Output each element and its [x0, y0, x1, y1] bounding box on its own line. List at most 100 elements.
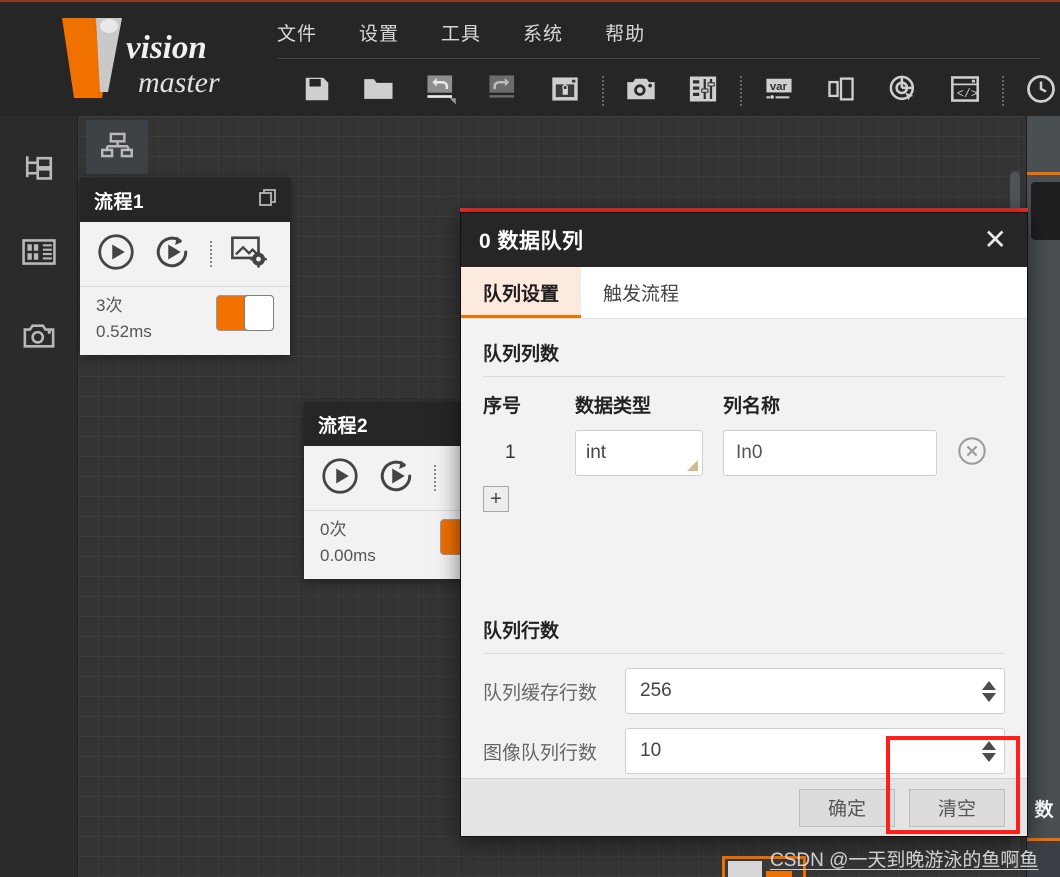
flow-node-1-title: 流程1: [94, 191, 145, 213]
toggle-knob: [244, 295, 274, 331]
flow-node-1-header: 流程1: [80, 178, 290, 222]
menu-item-tools[interactable]: 工具: [439, 15, 483, 50]
mini-node-thumbnail: [728, 861, 762, 877]
image-settings-icon[interactable]: [230, 235, 268, 274]
target-aim-icon: [887, 74, 919, 109]
flow-sitemap-icon: [101, 131, 133, 164]
spinner-arrows-icon[interactable]: [982, 740, 996, 762]
dialog-body: 队列列数 序号 数据类型 列名称 1 int In0 + 队列行数 队列缓存行数…: [461, 319, 1027, 778]
sidebar-item-hierarchy[interactable]: [13, 146, 65, 194]
panel-layout-button[interactable]: [810, 66, 872, 116]
sidebar-item-camera[interactable]: [13, 314, 65, 362]
close-icon[interactable]: ✕: [984, 226, 1007, 254]
queue-column-row: 1 int In0: [483, 430, 1005, 476]
delete-circle-icon[interactable]: [957, 436, 987, 471]
tab-queue-settings[interactable]: 队列设置: [461, 267, 582, 318]
menu-item-help[interactable]: 帮助: [603, 15, 647, 50]
loop-play-icon[interactable]: [152, 232, 192, 277]
sidebar-item-data-grid[interactable]: [13, 230, 65, 278]
queue-rows-section-title: 队列行数: [483, 621, 560, 642]
toolbar-separator: [996, 74, 1010, 108]
target-aim-button[interactable]: [872, 66, 934, 116]
menu-bar: 文件 设置 工具 系统 帮助: [275, 8, 647, 56]
data-grid-icon: [21, 236, 57, 273]
clock-button[interactable]: [1010, 66, 1060, 116]
clear-button[interactable]: 清空: [909, 788, 1005, 827]
data-type-select[interactable]: int: [575, 430, 703, 476]
variable-var-icon: var: [763, 75, 795, 108]
save-icon: [302, 74, 332, 109]
flow-node-1-toggle[interactable]: [216, 295, 274, 331]
row-index: 1: [505, 442, 516, 463]
queue-columns-section-title: 队列列数: [483, 344, 560, 365]
play-icon[interactable]: [320, 456, 360, 501]
column-header-datatype: 数据类型: [575, 396, 652, 417]
menu-item-settings[interactable]: 设置: [357, 15, 401, 50]
vision-master-logo: vision master: [52, 12, 252, 104]
undo-icon: [425, 73, 457, 110]
play-icon[interactable]: [96, 232, 136, 277]
data-queue-dialog: 0 数据队列 ✕ 队列设置 触发流程 队列列数 序号 数据类型 列名称 1 in…: [460, 212, 1028, 837]
add-column-button[interactable]: +: [483, 486, 509, 512]
menu-item-system[interactable]: 系统: [521, 15, 565, 50]
code-window-icon: </>: [950, 75, 980, 108]
spinner-up-arrow[interactable]: [982, 680, 996, 690]
node-toolbar-separator: [210, 241, 212, 267]
code-window-button[interactable]: </>: [934, 66, 996, 116]
image-queue-rows-value: 10: [640, 740, 662, 761]
canvas-tab-flow[interactable]: [86, 120, 148, 174]
section-divider: [483, 376, 1005, 377]
image-queue-rows-input[interactable]: 10: [625, 728, 1005, 774]
svg-text:master: master: [138, 66, 220, 99]
flow-node-1[interactable]: 流程1 3次 0.52ms: [80, 178, 290, 355]
right-dock-tab-data[interactable]: 数: [1027, 779, 1060, 841]
sliders-icon: [688, 74, 718, 109]
dialog-title: 0 数据队列: [479, 230, 584, 253]
confirm-button[interactable]: 确定: [799, 788, 895, 827]
redo-button[interactable]: [472, 66, 534, 116]
open-button[interactable]: [348, 66, 410, 116]
left-icon-rail: [0, 116, 78, 877]
panel-layout-icon: [826, 75, 856, 108]
flow-node-2-run-time: 0.00ms: [320, 546, 376, 565]
dialog-tabs: 队列设置 触发流程: [461, 267, 1027, 319]
queue-buffer-rows-value: 256: [640, 680, 672, 701]
flow-node-1-run-count: 3次: [96, 296, 123, 315]
loop-play-icon[interactable]: [376, 456, 416, 501]
queue-buffer-rows-label: 队列缓存行数: [483, 682, 598, 704]
image-queue-rows-label: 图像队列行数: [483, 742, 598, 764]
top-chrome: vision master 文件 设置 工具 系统 帮助 var </>: [0, 0, 1060, 116]
variable-button[interactable]: var: [748, 66, 810, 116]
column-header-name: 列名称: [723, 396, 781, 417]
spinner-down-arrow[interactable]: [982, 692, 996, 702]
svg-text:vision: vision: [126, 30, 207, 66]
right-dock-preview-block: [1031, 182, 1060, 240]
flow-node-2-title: 流程2: [318, 415, 369, 437]
save-button[interactable]: [286, 66, 348, 116]
queue-buffer-rows-input[interactable]: 256: [625, 668, 1005, 714]
application-window: vision master 文件 设置 工具 系统 帮助 var </> 流程1…: [0, 0, 1060, 877]
tab-trigger-flow[interactable]: 触发流程: [581, 267, 701, 318]
clock-icon: [1026, 74, 1056, 109]
sliders-button[interactable]: [672, 66, 734, 116]
svg-text:</>: </>: [957, 88, 978, 101]
right-dock-active-tab-underline: [1027, 172, 1060, 175]
camera-button[interactable]: [610, 66, 672, 116]
lock-window-icon: [550, 75, 580, 108]
queue-columns-header-row: 序号 数据类型 列名称: [483, 391, 1005, 418]
menu-divider: [278, 58, 1040, 59]
spinner-arrows-icon[interactable]: [982, 680, 996, 702]
menu-item-file[interactable]: 文件: [275, 15, 319, 50]
spinner-up-arrow[interactable]: [982, 740, 996, 750]
lock-window-button[interactable]: [534, 66, 596, 116]
duplicate-icon[interactable]: [258, 188, 278, 213]
redo-icon: [487, 73, 519, 110]
right-dock-panel: 数: [1026, 116, 1060, 877]
svg-text:var: var: [770, 81, 788, 93]
undo-button[interactable]: [410, 66, 472, 116]
dialog-footer: 确定 清空: [461, 778, 1027, 836]
spinner-down-arrow[interactable]: [982, 752, 996, 762]
column-name-input[interactable]: In0: [723, 430, 937, 476]
toolbar-separator: [734, 74, 748, 108]
